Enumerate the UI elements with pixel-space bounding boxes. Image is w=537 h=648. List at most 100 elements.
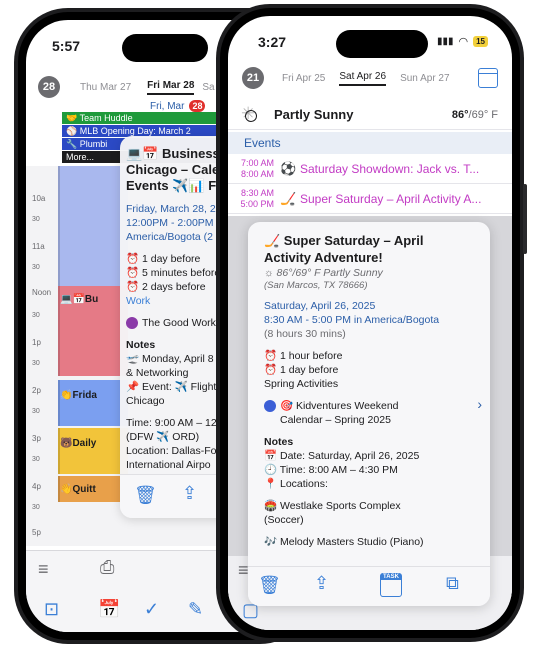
event-block[interactable] (58, 380, 128, 426)
detail-category: Spring Activities (264, 378, 339, 390)
day-tab-next[interactable]: Sun Apr 27 (400, 73, 449, 84)
sun-icon (240, 104, 260, 125)
hour-label: 30 (32, 216, 40, 223)
day-tab-selected[interactable]: Sat Apr 26 (339, 71, 387, 86)
event-title: Super Saturday – April Activity A... (300, 192, 482, 206)
front-phone: 3:27 ▮▮▮ ◠ 15 21 Fri Apr 25 Sat Apr 26 S… (216, 4, 527, 642)
notes-line: 🏟️ Westlake Sports Complex (264, 500, 401, 512)
event-emoji: 🤝 (66, 113, 78, 123)
copy-icon[interactable]: ⧉ (446, 573, 459, 594)
menu-icon[interactable]: ≡ (38, 559, 49, 580)
print-icon[interactable]: ⎙ (100, 557, 114, 578)
side-button (523, 184, 527, 254)
hour-label: 30 (32, 504, 40, 511)
hour-label: 30 (32, 456, 40, 463)
hour-label: 3p (32, 434, 41, 443)
weather-summary: Partly Sunny (274, 107, 354, 122)
notes-line: (Soccer) (264, 514, 304, 526)
day-tab-prev[interactable]: Thu Mar 27 (80, 82, 131, 93)
allday-event[interactable]: 🤝 Team Huddle (62, 112, 238, 124)
calendar-row[interactable]: 🎯 Kidventures Weekend Calendar – Spring 2… (264, 397, 482, 427)
hour-label: 2p (32, 386, 41, 395)
hour-label: 30 (32, 408, 40, 415)
detail-title: Activity Adventure! (264, 250, 383, 265)
event-row[interactable]: 8:30 AM 5:00 PM 🏒 Super Saturday – April… (228, 184, 512, 214)
menu-icon[interactable]: ≡ (238, 560, 249, 581)
calendar-name: 🎯 Kidventures Weekend Calendar – Spring 2… (280, 400, 399, 426)
event-time: 7:00 AM 8:00 AM (240, 158, 274, 179)
today-badge: 28 (189, 100, 206, 112)
event-title: Saturday Showdown: Jack vs. T... (300, 162, 480, 176)
hour-label: 1p (32, 338, 41, 347)
status-time: 3:27 (258, 34, 287, 50)
trash-icon[interactable]: 🗑 (134, 485, 157, 506)
event-row[interactable]: 7:00 AM 8:00 AM ⚽ Saturday Showdown: Jac… (228, 154, 512, 184)
timeline-event-label: 💻📅Bu (60, 294, 99, 305)
scan-icon[interactable]: ⊡ (44, 599, 59, 620)
share-icon[interactable]: ⇪ (314, 573, 329, 594)
hour-label: Noon (32, 288, 52, 297)
calendar-view-icon[interactable]: 📅 (98, 599, 120, 620)
detail-date: Saturday, April 26, 2025 (264, 300, 376, 312)
event-block[interactable] (58, 166, 128, 286)
detail-title: 🏒 Super Saturday – April (264, 233, 424, 248)
calendar-name: The Good Work s (142, 317, 225, 329)
calendar-color-dot (126, 317, 138, 329)
day-tab-next[interactable]: Sa (202, 82, 214, 93)
timeline-event-label: 🐻Daily (60, 438, 97, 449)
day-tab-selected[interactable]: Fri Mar 28 (147, 80, 195, 95)
alert-line: ⏰ 1 day before (264, 364, 339, 376)
detail-time: 8:30 AM - 5:00 PM in America/Bogota (264, 314, 440, 326)
detail-duration: (8 hours 30 mins) (264, 328, 346, 340)
notes-heading: Notes (264, 436, 294, 448)
hour-label: 30 (32, 312, 40, 319)
event-block[interactable] (58, 428, 128, 474)
dynamic-island (122, 34, 208, 62)
hour-label: 30 (32, 264, 40, 271)
battery-icon: 15 (473, 36, 488, 47)
week-badge[interactable]: 28 (38, 76, 60, 98)
share-icon[interactable]: ⇪ (182, 483, 197, 504)
calendar-picker-icon[interactable] (478, 68, 498, 88)
detail-weather: ☼ 86°/69° F Partly Sunny (264, 267, 383, 279)
event-detail-popover[interactable]: 🏒 Super Saturday – April Activity Advent… (248, 222, 490, 606)
event-label: Team Huddle (79, 113, 133, 123)
events-section-header: Events (228, 132, 512, 154)
notes-line: 📅 Date: Saturday, April 26, 2025 (264, 450, 420, 462)
event-label: MLB Opening Day: March 2 (79, 126, 191, 136)
signal-icon: ▮▮▮ (436, 36, 454, 47)
checkmark-icon[interactable]: ✓ (144, 599, 159, 620)
wifi-icon: ◠ (458, 36, 469, 48)
date-header-text: Fri, Mar (150, 100, 185, 112)
event-emoji: ⚾ (66, 126, 78, 136)
status-time: 5:57 (52, 38, 81, 54)
event-label: More... (66, 152, 95, 162)
detail-location: (San Marcos, TX 78666) (264, 280, 368, 291)
system-icons: ▮▮▮ ◠ 15 (437, 35, 488, 48)
soccer-icon: ⚽ (280, 161, 297, 176)
calendar-color-dot (264, 400, 276, 412)
notes-line: 📍 Locations: (264, 478, 328, 490)
note-icon[interactable]: ✎ (188, 599, 203, 620)
day-tab-prev[interactable]: Fri Apr 25 (282, 73, 325, 84)
weather-temp: 86°/69° F (451, 108, 498, 121)
alert-line: ⏰ 1 hour before (264, 350, 343, 362)
trash-icon[interactable]: 🗑 (258, 575, 281, 596)
hockey-icon: 🏒 (280, 191, 297, 206)
date-header: Fri, Mar 28 (150, 100, 206, 112)
hour-label: 5p (32, 528, 41, 537)
task-icon[interactable]: TASK (380, 573, 402, 597)
notes-line: 🎶 Melody Masters Studio (Piano) (264, 536, 424, 548)
chevron-right-icon[interactable]: › (477, 397, 482, 411)
event-label: Plumbi (79, 139, 108, 149)
timeline-event-label: 👏Frida (60, 390, 97, 401)
weather-row[interactable]: Partly Sunny 86°/69° F (228, 100, 512, 130)
popover-toolbar: 🗑 ⇪ TASK ⧉ (248, 566, 490, 606)
day-bar: 21 Fri Apr 25 Sat Apr 26 Sun Apr 27 (228, 60, 512, 96)
event-time: 8:30 AM 5:00 PM (240, 188, 274, 209)
week-badge[interactable]: 21 (242, 67, 264, 89)
hour-label: 10a (32, 194, 46, 203)
dynamic-island (336, 30, 428, 58)
notes-line: 🕘 Time: 8:00 AM – 4:30 PM (264, 464, 398, 476)
front-screen: 3:27 ▮▮▮ ◠ 15 21 Fri Apr 25 Sat Apr 26 S… (228, 16, 512, 630)
